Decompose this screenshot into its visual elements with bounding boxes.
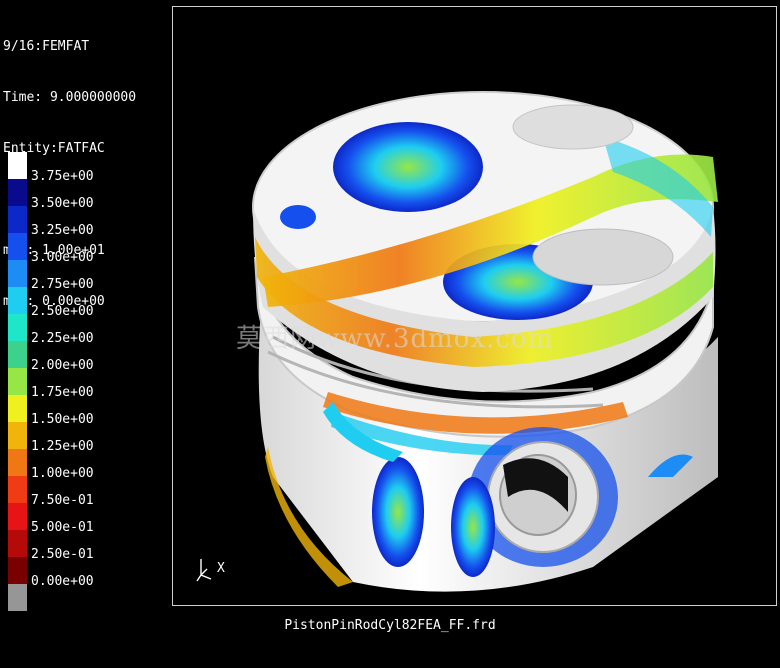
legend-label: 1.00e+00 [31,466,94,481]
legend-swatch [8,287,27,314]
legend-swatch [8,422,27,449]
legend-swatch [8,179,27,206]
legend-label: 3.50e+00 [31,196,94,211]
legend-swatch [8,206,27,233]
legend-label: 3.00e+00 [31,250,94,265]
legend-label: 2.00e+00 [31,358,94,373]
axis-triad-icon: X [196,559,225,582]
model-viewport[interactable] [172,6,777,606]
legend-label: 7.50e-01 [31,493,94,508]
legend-label: 2.25e+00 [31,331,94,346]
legend-swatch [8,584,27,611]
axis-x-label: X [217,561,225,576]
legend-swatch [8,260,27,287]
step-label: 9/16:FEMFAT [3,39,90,54]
legend-swatch [8,314,27,341]
legend-label: 1.75e+00 [31,385,94,400]
legend-swatch [8,530,27,557]
piston-model [252,91,718,592]
legend-label: 1.25e+00 [31,439,94,454]
legend-label: 3.75e+00 [31,169,94,184]
legend-label: 2.50e+00 [31,304,94,319]
legend-label: 3.25e+00 [31,223,94,238]
legend-label: 2.75e+00 [31,277,94,292]
legend-swatch [8,341,27,368]
watermark: 莫西网www.3dmox.com [236,324,554,354]
file-name: PistonPinRodCyl82FEA_FF.frd [284,618,496,633]
legend-swatch [8,368,27,395]
time-label: Time: 9.000000000 [3,90,137,105]
legend-swatch [8,557,27,584]
legend-label: 0.00e+00 [31,574,94,589]
legend-swatch [8,395,27,422]
legend-label: 2.50e-01 [31,547,94,562]
legend-label: 1.50e+00 [31,412,94,427]
legend-swatch [8,233,27,260]
legend-label: 5.00e-01 [31,520,94,535]
legend-swatch [8,476,27,503]
legend-swatch [8,152,27,179]
legend-swatch [8,449,27,476]
legend-swatch [8,503,27,530]
hotspot-crown-1 [333,122,483,212]
